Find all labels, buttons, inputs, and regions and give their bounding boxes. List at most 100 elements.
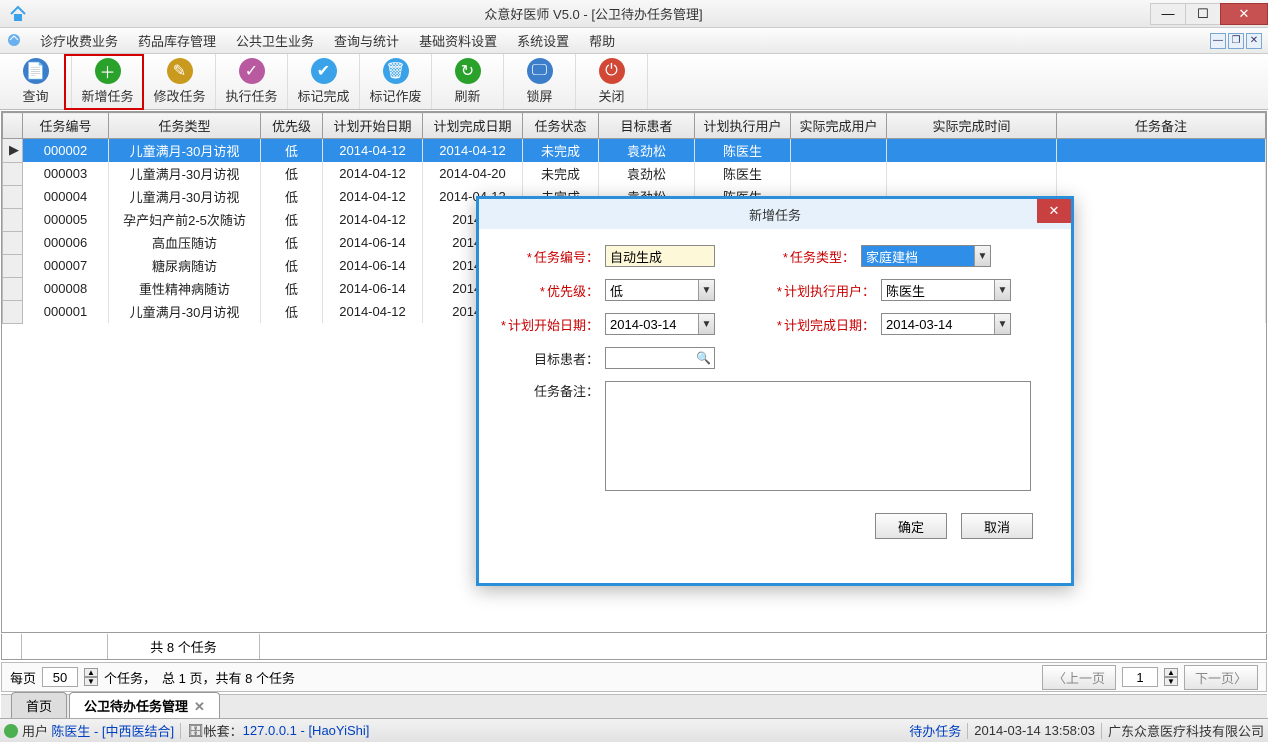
app-icon <box>6 2 30 26</box>
toolbar-icon: 📄 <box>23 58 49 84</box>
db-icon: 🗄 <box>187 723 204 739</box>
menu-item-public-health[interactable]: 公共卫生业务 <box>226 29 324 52</box>
toolbar: 📄 查询 ＋ 新增任务 ✎ 修改任务 ✓执行任务✔标记完成 🗑 标记作废 ↻ 刷新 🖵 锁屏 ⏻ 关闭 <box>0 54 1268 110</box>
select-priority[interactable] <box>605 279 715 301</box>
textarea-remark[interactable] <box>605 381 1031 491</box>
tab-close-icon[interactable]: ✕ <box>194 699 205 714</box>
toolbar-label: 新增任务 <box>81 86 133 105</box>
menu-item-inventory[interactable]: 药品库存管理 <box>128 29 226 52</box>
toolbar-icon: 🗑 <box>383 58 409 84</box>
label-end: *计划完成日期： <box>775 315 881 334</box>
label-planuser: *计划执行用户： <box>775 281 881 300</box>
toolbar-1[interactable]: ＋ 新增任务 <box>72 54 144 109</box>
toolbar-label: 标记作废 <box>369 86 421 105</box>
select-tasktype[interactable] <box>861 245 991 267</box>
col-header[interactable]: 任务状态 <box>523 113 599 139</box>
window-titlebar: 众意好医师 V5.0 - [公卫待办任务管理] ― ☐ ✕ <box>0 0 1268 28</box>
toolbar-icon: ⏻ <box>599 58 625 84</box>
toolbar-icon: 🖵 <box>527 58 553 84</box>
label-start: *计划开始日期： <box>499 315 605 334</box>
close-button[interactable]: ✕ <box>1220 3 1268 25</box>
maximize-button[interactable]: ☐ <box>1185 3 1221 25</box>
per-page-up[interactable]: ▲ <box>84 668 98 677</box>
label-tasktype: *任务类型： <box>755 247 861 266</box>
toolbar-7[interactable]: 🖵 锁屏 <box>504 54 576 109</box>
cancel-button[interactable]: 取消 <box>961 513 1033 539</box>
col-header[interactable]: 优先级 <box>261 113 323 139</box>
page-number-input[interactable] <box>1122 667 1158 687</box>
date-end[interactable] <box>881 313 1011 335</box>
toolbar-4[interactable]: ✔标记完成 <box>288 54 360 109</box>
label-remark: 任务备注： <box>499 381 605 400</box>
pagination-bar: 每页 ▲▼ 个任务， 总 1 页，共有 8 个任务 〈上一页 ▲▼ 下一页〉 <box>1 662 1267 692</box>
user-name: 陈医生 - [中西医结合] <box>51 721 174 740</box>
toolbar-label: 执行任务 <box>225 86 277 105</box>
toolbar-icon: ↻ <box>455 58 481 84</box>
toolbar-label: 查询 <box>22 86 48 105</box>
toolbar-icon: ＋ <box>95 58 121 84</box>
col-header[interactable]: 计划开始日期 <box>323 113 423 139</box>
toolbar-6[interactable]: ↻ 刷新 <box>432 54 504 109</box>
menu-item-system[interactable]: 系统设置 <box>507 29 579 52</box>
prev-page-button[interactable]: 〈上一页 <box>1042 665 1116 690</box>
toolbar-label: 刷新 <box>454 86 480 105</box>
table-row[interactable]: ▶000002儿童满月-30月访视低2014-04-122014-04-12未完… <box>3 139 1266 163</box>
new-task-dialog: 新增任务 ✕ *任务编号： *任务类型： ▼ *优先级： ▼ *计划执行用户： … <box>476 196 1074 586</box>
toolbar-5[interactable]: 🗑 标记作废 <box>360 54 432 109</box>
user-icon <box>4 724 18 738</box>
toolbar-icon: ✎ <box>167 58 193 84</box>
menu-icon <box>6 32 24 50</box>
col-header[interactable]: 计划完成日期 <box>423 113 523 139</box>
document-tabs: 首页 公卫待办任务管理✕ <box>1 694 1267 718</box>
menu-item-query[interactable]: 查询与统计 <box>324 29 409 52</box>
mdi-close-button[interactable]: ✕ <box>1246 33 1262 49</box>
per-page-input[interactable] <box>42 667 78 687</box>
col-header[interactable]: 任务编号 <box>23 113 109 139</box>
menu-item-help[interactable]: 帮助 <box>579 29 625 52</box>
label-patient: 目标患者： <box>499 349 605 368</box>
toolbar-label: 锁屏 <box>526 86 552 105</box>
toolbar-2[interactable]: ✎ 修改任务 <box>144 54 216 109</box>
count-label: 共 8 个任务 <box>108 634 260 659</box>
col-header[interactable]: 计划执行用户 <box>695 113 791 139</box>
company-label: 广东众意医疗科技有限公司 <box>1108 721 1264 740</box>
window-title: 众意好医师 V5.0 - [公卫待办任务管理] <box>36 4 1151 23</box>
minimize-button[interactable]: ― <box>1150 3 1186 25</box>
table-row[interactable]: 000003儿童满月-30月访视低2014-04-122014-04-20未完成… <box>3 162 1266 185</box>
dialog-close-button[interactable]: ✕ <box>1037 199 1071 223</box>
dialog-title: 新增任务 ✕ <box>479 199 1071 229</box>
items-label: 个任务， <box>104 668 156 687</box>
col-header[interactable]: 实际完成时间 <box>887 113 1057 139</box>
menubar: 诊疗收费业务 药品库存管理 公共卫生业务 查询与统计 基础资料设置 系统设置 帮… <box>0 28 1268 54</box>
pending-tasks-link[interactable]: 待办任务 <box>909 721 961 740</box>
input-patient[interactable] <box>605 347 715 369</box>
toolbar-label: 关闭 <box>598 86 624 105</box>
per-page-down[interactable]: ▼ <box>84 677 98 686</box>
page-summary: 总 1 页，共有 8 个任务 <box>162 668 295 687</box>
timestamp: 2014-03-14 13:58:03 <box>974 723 1095 738</box>
toolbar-icon: ✔ <box>311 58 337 84</box>
mdi-restore-button[interactable]: ❐ <box>1228 33 1244 49</box>
page-down[interactable]: ▼ <box>1164 677 1178 686</box>
toolbar-8[interactable]: ⏻ 关闭 <box>576 54 648 109</box>
date-start[interactable] <box>605 313 715 335</box>
col-header[interactable]: 实际完成用户 <box>791 113 887 139</box>
ok-button[interactable]: 确定 <box>875 513 947 539</box>
user-label: 用户 <box>22 721 48 740</box>
select-planuser[interactable] <box>881 279 1011 301</box>
page-up[interactable]: ▲ <box>1164 668 1178 677</box>
next-page-button[interactable]: 下一页〉 <box>1184 665 1258 690</box>
col-header[interactable] <box>3 113 23 139</box>
mdi-minimize-button[interactable]: ― <box>1210 33 1226 49</box>
col-header[interactable]: 任务类型 <box>109 113 261 139</box>
toolbar-3[interactable]: ✓执行任务 <box>216 54 288 109</box>
tab-tasks[interactable]: 公卫待办任务管理✕ <box>69 692 220 718</box>
menu-item-basedata[interactable]: 基础资料设置 <box>409 29 507 52</box>
toolbar-label: 修改任务 <box>153 86 205 105</box>
menu-item-billing[interactable]: 诊疗收费业务 <box>30 29 128 52</box>
toolbar-0[interactable]: 📄 查询 <box>0 54 72 109</box>
tab-home[interactable]: 首页 <box>11 692 67 718</box>
input-taskno[interactable] <box>605 245 715 267</box>
col-header[interactable]: 任务备注 <box>1057 113 1266 139</box>
col-header[interactable]: 目标患者 <box>599 113 695 139</box>
